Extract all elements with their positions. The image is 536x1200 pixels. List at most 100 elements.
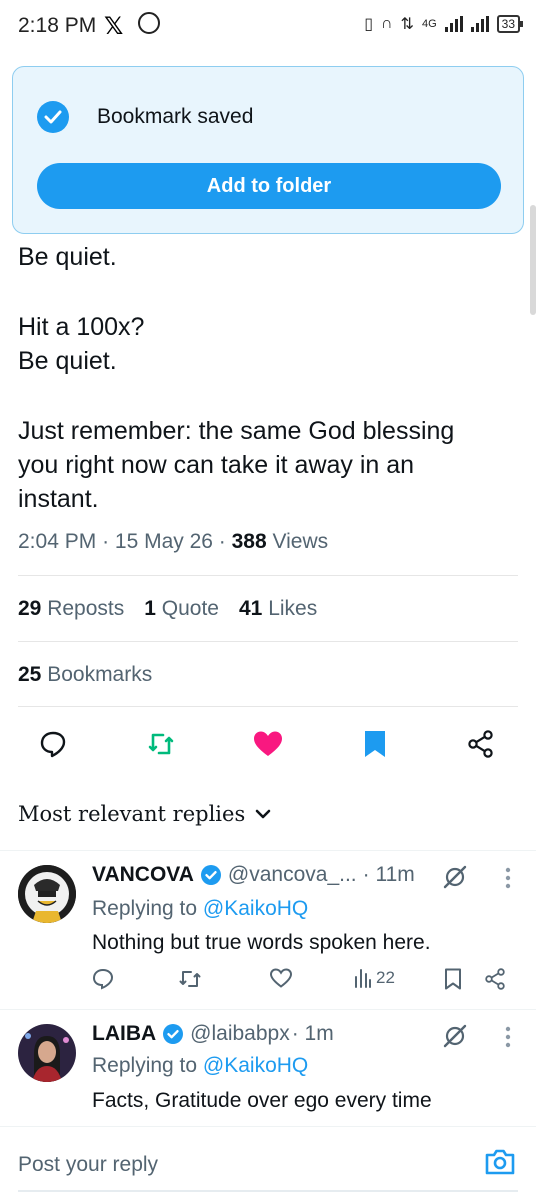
signal-icon xyxy=(444,16,463,32)
tweet-meta: 2:04 PM · 15 May 26 · 388 Views xyxy=(18,530,329,553)
grok-icon[interactable] xyxy=(442,864,468,890)
avatar[interactable] xyxy=(18,1024,76,1082)
headphones-icon: ∩ xyxy=(381,15,393,32)
reply-composer[interactable]: Post your reply xyxy=(0,1126,536,1200)
data-transfer-icon: ⇅ xyxy=(400,16,414,33)
bookmarks-stat-row: 25 Bookmarks xyxy=(18,663,152,687)
reply-reply-button[interactable] xyxy=(92,968,114,990)
reply-header: LAIBA @laibabpx · 1m xyxy=(92,1022,334,1046)
composer-underline xyxy=(18,1190,518,1192)
add-to-folder-button[interactable]: Add to folder xyxy=(37,163,501,209)
like-button[interactable] xyxy=(246,722,290,766)
verified-badge-icon xyxy=(200,865,221,885)
scrollbar[interactable] xyxy=(530,205,536,315)
reply-icon xyxy=(40,731,66,758)
reply-item[interactable]: LAIBA @laibabpx · 1m Replying to @KaikoH… xyxy=(0,1010,536,1126)
likes-label: Likes xyxy=(268,597,318,620)
reply-input[interactable]: Post your reply xyxy=(18,1153,158,1177)
check-circle-icon xyxy=(37,101,69,133)
reply-item[interactable]: VANCOVA @vancova_... · 11m Replying to @… xyxy=(0,851,536,1009)
tweet-line: you right now can take it away in an xyxy=(18,451,415,479)
quotes-label: Quote xyxy=(161,597,219,620)
network-type: 4G xyxy=(421,18,437,30)
replying-to-handle[interactable]: @KaikoHQ xyxy=(203,1054,308,1077)
bookmarks-stat[interactable]: 25 Bookmarks xyxy=(18,663,152,687)
engagement-stats: 29 Reposts 1 Quote 41 Likes xyxy=(18,597,317,621)
replying-to: Replying to @KaikoHQ xyxy=(92,1054,308,1078)
reply-bookmark-button[interactable] xyxy=(444,968,462,990)
x-app-icon: 𝕏 xyxy=(104,13,124,40)
share-icon xyxy=(485,968,505,990)
avatar[interactable] xyxy=(18,865,76,923)
signal-icon-2 xyxy=(470,16,489,32)
share-icon xyxy=(468,730,493,758)
status-time: 2:18 PM xyxy=(18,14,97,37)
quotes-count: 1 xyxy=(144,597,156,620)
tweet-date: 15 May 26 xyxy=(114,530,213,553)
tweet-time: 2:04 PM xyxy=(18,530,97,553)
reposts-label: Reposts xyxy=(47,597,125,620)
reply-action-bar: 22 xyxy=(92,968,512,998)
replying-prefix: Replying to xyxy=(92,897,198,920)
tweet-line: Hit a 100x? xyxy=(18,313,145,341)
grok-icon[interactable] xyxy=(442,1023,468,1049)
vibrate-icon: ▯ xyxy=(364,16,374,33)
divider xyxy=(18,641,518,642)
tweet-line: Be quiet. xyxy=(18,347,117,375)
divider xyxy=(18,575,518,576)
reply-time: · 1m xyxy=(291,1022,334,1045)
verified-badge-icon xyxy=(163,1024,184,1044)
repost-icon xyxy=(179,971,201,987)
reply-author-handle[interactable]: @vancova_... xyxy=(228,863,357,887)
views-icon xyxy=(355,969,371,988)
bookmark-toast: Bookmark saved Add to folder xyxy=(12,66,524,234)
reply-author-name[interactable]: VANCOVA xyxy=(92,863,194,887)
reply-author-name[interactable]: LAIBA xyxy=(92,1022,156,1046)
reply-text: Nothing but true words spoken here. xyxy=(92,931,431,954)
reply-header: VANCOVA @vancova_... · 11m xyxy=(92,863,415,887)
replies-sort-dropdown[interactable]: Most relevant replies xyxy=(18,802,271,826)
repost-icon xyxy=(148,733,174,755)
reply-views-button[interactable]: 22 xyxy=(354,968,395,988)
reply-icon xyxy=(92,968,114,990)
bookmarks-label: Bookmarks xyxy=(47,663,153,686)
avatar-image xyxy=(18,865,76,923)
more-options-icon[interactable] xyxy=(505,1026,511,1048)
bookmark-filled-icon xyxy=(365,731,385,757)
replying-to-handle[interactable]: @KaikoHQ xyxy=(203,897,308,920)
repost-button[interactable] xyxy=(139,722,183,766)
status-bar: 2:18 PM 𝕏 ▯ ∩ ⇅ 4G 33 xyxy=(0,0,536,56)
views-label: Views xyxy=(272,530,329,553)
more-options-icon[interactable] xyxy=(505,867,511,889)
heart-icon xyxy=(270,968,292,988)
heart-filled-icon xyxy=(254,731,282,756)
battery-level: 33 xyxy=(501,17,515,31)
tweet-action-bar xyxy=(0,722,536,766)
share-button[interactable] xyxy=(459,722,503,766)
divider xyxy=(18,706,518,707)
bookmark-button[interactable] xyxy=(353,722,397,766)
reposts-stat[interactable]: 29 Reposts xyxy=(18,597,124,621)
likes-stat[interactable]: 41 Likes xyxy=(239,597,317,621)
whatsapp-icon xyxy=(138,12,160,34)
reply-text: Facts, Gratitude over ego every time xyxy=(92,1089,432,1112)
reposts-count: 29 xyxy=(18,597,42,620)
bookmark-icon xyxy=(445,968,461,990)
bookmarks-count: 25 xyxy=(18,663,42,686)
sort-label: Most relevant replies xyxy=(18,802,246,826)
tweet-line: instant. xyxy=(18,485,99,513)
toast-message: Bookmark saved xyxy=(97,105,254,128)
tweet-line: Be quiet. xyxy=(18,243,117,271)
camera-icon[interactable] xyxy=(484,1147,516,1177)
avatar-image xyxy=(18,1024,76,1082)
reply-button[interactable] xyxy=(31,722,75,766)
likes-count: 41 xyxy=(239,597,263,620)
reply-author-handle[interactable]: @laibabpx xyxy=(190,1022,290,1046)
quotes-stat[interactable]: 1 Quote xyxy=(144,597,219,621)
status-indicators: ▯ ∩ ⇅ 4G 33 xyxy=(364,14,524,34)
reply-like-button[interactable] xyxy=(270,968,292,988)
replying-to: Replying to @KaikoHQ xyxy=(92,897,308,921)
reply-repost-button[interactable] xyxy=(178,968,202,990)
reply-share-button[interactable] xyxy=(484,968,506,990)
reply-time: · 11m xyxy=(362,863,415,886)
